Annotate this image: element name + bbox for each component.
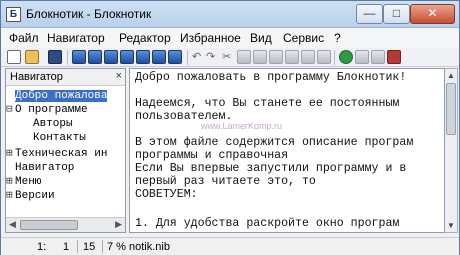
scroll-up-icon[interactable]: ▲ xyxy=(447,71,455,80)
toolbar-tool-icon[interactable] xyxy=(371,50,385,64)
blue-tool-icon[interactable] xyxy=(104,50,118,64)
navigator-horizontal-scrollbar[interactable]: ◀ ▶ xyxy=(6,217,125,232)
tree-item-label: Техническая ин xyxy=(15,148,108,160)
navigator-header: Навигатор × xyxy=(6,69,125,86)
menu-file[interactable]: Файл xyxy=(9,31,39,45)
menu-service[interactable]: Сервис xyxy=(283,31,324,45)
editor-line: Надеемся, что Вы станете ее постоянным xyxy=(135,97,400,110)
tree-item-label: О программе xyxy=(15,104,88,116)
blue-tool-icon[interactable] xyxy=(152,50,166,64)
navigator-panel: Навигатор × Добро пожалова ⊟ О программе … xyxy=(5,68,126,233)
tree-item-label: Добро пожалова xyxy=(15,90,108,102)
expand-icon[interactable]: ⊞ xyxy=(6,175,15,189)
tree-item-label: Навигатор xyxy=(15,162,75,174)
toolbar-separator xyxy=(187,50,188,65)
tree-item-contacts[interactable]: Контакты xyxy=(24,131,86,145)
toolbar-separator xyxy=(334,50,335,65)
menu-favorites[interactable]: Избранное xyxy=(180,31,241,45)
toolbar-tool-icon[interactable] xyxy=(317,50,331,64)
toolbar: ↶ ↷ ✂ xyxy=(1,48,459,67)
editor-line: Если Вы впервые запустили программу и в xyxy=(135,162,407,175)
notepad-app-icon[interactable]: Б xyxy=(6,7,21,22)
blue-tool-icon[interactable] xyxy=(168,50,182,64)
blue-tool-icon[interactable] xyxy=(120,50,134,64)
checkmark-icon[interactable] xyxy=(355,50,369,64)
tree-item-authors[interactable]: Авторы xyxy=(24,117,73,131)
text-editor[interactable]: Добро пожаловать в программу Блокнотик! … xyxy=(129,68,445,233)
menu-bar: Файл Навигатор Редактор Избранное Вид Се… xyxy=(1,28,459,48)
copy-icon[interactable] xyxy=(237,50,251,64)
redo-icon[interactable]: ↷ xyxy=(206,50,215,64)
toolbar-separator xyxy=(67,50,68,65)
maximize-button[interactable]: □ xyxy=(383,4,410,24)
toolbar-tool-icon[interactable] xyxy=(285,50,299,64)
scrollbar-thumb[interactable] xyxy=(446,83,456,135)
undo-icon[interactable]: ↶ xyxy=(192,50,201,64)
tree-item-about[interactable]: ⊟ О программе xyxy=(6,103,88,117)
tree-item-label: Контакты xyxy=(33,132,86,144)
window-title: Блокнотик - Блокнотик xyxy=(26,7,152,21)
expand-icon[interactable]: ⊞ xyxy=(6,189,15,203)
toolbar-tool-icon[interactable] xyxy=(301,50,315,64)
scrollbar-thumb[interactable] xyxy=(20,220,78,230)
cut-icon[interactable]: ✂ xyxy=(222,50,231,64)
editor-line: первый раз читаете это, то xyxy=(135,175,316,188)
app-window: Б Блокнотик - Блокнотик — □ ✕ Файл Навиг… xyxy=(0,0,460,255)
tree-item-label: Версии xyxy=(15,190,55,202)
scroll-right-icon[interactable]: ▶ xyxy=(115,219,122,230)
collapse-icon[interactable]: ⊟ xyxy=(6,103,15,117)
close-button[interactable]: ✕ xyxy=(410,4,455,24)
toolbar-tool-icon[interactable] xyxy=(269,50,283,64)
save-disk-icon[interactable] xyxy=(48,50,62,64)
tree-item-welcome[interactable]: Добро пожалова xyxy=(6,89,108,103)
status-filename: notik.nib xyxy=(129,241,170,253)
tree-item-versions[interactable]: ⊞ Версии xyxy=(6,189,55,203)
tree-item-navigator[interactable]: Навигатор xyxy=(6,161,74,175)
tree-item-technical[interactable]: ⊞ Техническая ин xyxy=(6,147,107,161)
editor-line: СОВЕТУЕМ: xyxy=(135,188,198,201)
menu-help[interactable]: ? xyxy=(334,31,341,45)
status-percent: 7 % xyxy=(107,241,126,253)
open-folder-icon[interactable] xyxy=(25,50,39,64)
minimize-button[interactable]: — xyxy=(356,4,383,24)
status-line: 1: xyxy=(37,241,47,253)
blue-tool-icon[interactable] xyxy=(88,50,102,64)
editor-vertical-scrollbar[interactable]: ▲ ▼ xyxy=(445,68,458,233)
blue-tool-icon[interactable] xyxy=(72,50,86,64)
navigator-title: Навигатор xyxy=(10,71,63,83)
new-document-icon[interactable] xyxy=(7,50,21,64)
status-char-count: 15 xyxy=(83,241,96,253)
scroll-down-icon[interactable]: ▼ xyxy=(447,221,455,230)
menu-view[interactable]: Вид xyxy=(250,31,272,45)
blue-tool-icon[interactable] xyxy=(136,50,150,64)
tree-item-label: Меню xyxy=(15,176,42,188)
paste-icon[interactable] xyxy=(253,50,267,64)
tree-item-label: Авторы xyxy=(33,118,73,130)
status-column: 1 xyxy=(63,241,70,253)
editor-line: Добро пожаловать в программу Блокнотик! xyxy=(135,71,407,84)
book-icon[interactable] xyxy=(387,50,401,64)
scroll-left-icon[interactable]: ◀ xyxy=(9,219,16,230)
title-bar[interactable]: Б Блокнотик - Блокнотик — □ ✕ xyxy=(1,1,459,28)
tree-item-menu[interactable]: ⊞ Меню xyxy=(6,175,41,189)
editor-line: 1. Для удобства раскройте окно програм xyxy=(135,217,400,230)
editor-line: В этом файле содержится описание програм xyxy=(135,136,414,149)
menu-navigator[interactable]: Навигатор xyxy=(47,31,105,45)
info-icon[interactable] xyxy=(339,50,353,64)
close-icon[interactable]: × xyxy=(116,70,122,82)
expand-icon[interactable]: ⊞ xyxy=(6,147,15,161)
status-separator xyxy=(77,240,78,253)
editor-line: программы и справочная xyxy=(135,149,289,162)
status-separator xyxy=(102,240,103,253)
watermark-text: www.LamerKomp.ru xyxy=(201,121,283,131)
menu-editor[interactable]: Редактор xyxy=(119,31,171,45)
status-bar: 1: 1 15 7 % notik.nib xyxy=(1,237,459,255)
